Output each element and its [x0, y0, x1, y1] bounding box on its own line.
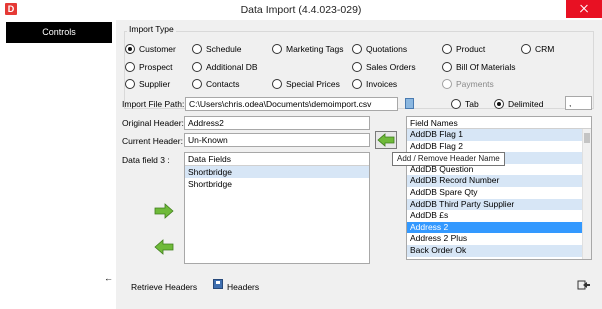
- radio-customer[interactable]: Customer: [125, 43, 176, 55]
- field-name-row[interactable]: Address 2: [407, 221, 591, 234]
- radio-label: Schedule: [206, 44, 242, 54]
- radio-label: Payments: [456, 79, 494, 89]
- import-type-label: Import Type: [127, 24, 176, 34]
- radio-crm[interactable]: CRM: [521, 43, 554, 55]
- radio-additional-db[interactable]: Additional DB: [192, 61, 258, 73]
- radio-quotations[interactable]: Quotations: [352, 43, 407, 55]
- field-name-row[interactable]: AddDB Third Party Supplier: [407, 198, 591, 211]
- retrieve-headers-button[interactable]: Retrieve Headers: [131, 282, 197, 292]
- field-name-row[interactable]: AddDB Record Number: [407, 175, 591, 187]
- radio-label: Invoices: [366, 79, 398, 89]
- radio-label: Sales Orders: [366, 62, 416, 72]
- radio-dot: [352, 44, 362, 54]
- radio-product[interactable]: Product: [442, 43, 485, 55]
- radio-special-prices[interactable]: Special Prices: [272, 78, 340, 90]
- radio-dot: [352, 62, 362, 72]
- radio-label: Bill Of Materials: [456, 62, 516, 72]
- data-field-label: Data field 3 :: [122, 155, 170, 165]
- field-name-row[interactable]: Back Order Ok: [407, 244, 591, 257]
- delimited-radio[interactable]: Delimited: [494, 98, 543, 110]
- field-name-row[interactable]: AddDB Spare Qty: [407, 187, 591, 199]
- save-icon[interactable]: [213, 279, 223, 289]
- current-header-input[interactable]: Un-Known: [184, 133, 370, 147]
- tab-radio-label: Tab: [465, 99, 479, 109]
- radio-dot: [442, 62, 452, 72]
- main-panel: Import Type Customer Schedule Marketing Ta…: [116, 20, 602, 309]
- arrow-left-icon: [377, 133, 395, 147]
- tab-radio[interactable]: Tab: [451, 98, 479, 110]
- tooltip: Add / Remove Header Name: [392, 152, 505, 166]
- file-path-input[interactable]: C:\Users\chris.odea\Documents\demoimport…: [185, 97, 398, 111]
- radio-bill-of-materials[interactable]: Bill Of Materials: [442, 61, 516, 73]
- delimiter-input[interactable]: ,: [565, 96, 592, 110]
- field-name-row[interactable]: AddDB Flag 2: [407, 141, 591, 153]
- radio-schedule[interactable]: Schedule: [192, 43, 241, 55]
- add-remove-header-button[interactable]: [375, 131, 397, 149]
- file-path-label: Import File Path:: [122, 99, 185, 109]
- radio-sales-orders[interactable]: Sales Orders: [352, 61, 416, 73]
- radio-label: Prospect: [139, 62, 173, 72]
- radio-supplier[interactable]: Supplier: [125, 78, 170, 90]
- field-name-row[interactable]: AddDB Flag 1: [407, 129, 591, 141]
- field-names-rows: AddDB Flag 1AddDB Flag 2AddDB NumberAddD…: [407, 129, 591, 257]
- field-names-scrollbar[interactable]: [582, 129, 591, 259]
- move-right-button[interactable]: [153, 203, 175, 221]
- radio-dot: [125, 79, 135, 89]
- radio-dot: [272, 44, 282, 54]
- radio-label: Quotations: [366, 44, 408, 54]
- title-bar: D Data Import (4.4.023-029): [0, 0, 602, 20]
- exit-icon[interactable]: [577, 280, 591, 290]
- radio-label: Marketing Tags: [286, 44, 344, 54]
- delimited-radio-dot: [494, 99, 504, 109]
- radio-dot: [442, 79, 452, 89]
- radio-dot: [442, 44, 452, 54]
- controls-button[interactable]: Controls: [6, 22, 112, 43]
- radio-dot: [272, 79, 282, 89]
- close-button[interactable]: [566, 0, 602, 18]
- data-fields-list[interactable]: Data Fields Shortbridge Shortbridge: [184, 152, 370, 264]
- radio-label: Supplier: [139, 79, 171, 89]
- radio-contacts[interactable]: Contacts: [192, 78, 240, 90]
- radio-dot: [192, 62, 202, 72]
- radio-dot: [125, 62, 135, 72]
- radio-label: Contacts: [206, 79, 240, 89]
- radio-label: Product: [456, 44, 486, 54]
- window-title: Data Import (4.4.023-029): [240, 4, 362, 16]
- back-arrow-icon[interactable]: ←: [104, 273, 113, 283]
- arrow-left-icon: [154, 239, 174, 255]
- radio-dot: [125, 44, 135, 54]
- radio-marketing-tags[interactable]: Marketing Tags: [272, 43, 343, 55]
- radio-dot: [192, 44, 202, 54]
- field-name-row[interactable]: AddDB £s: [407, 210, 591, 222]
- tab-radio-dot: [451, 99, 461, 109]
- radio-label: Special Prices: [286, 79, 340, 89]
- radio-dot: [352, 79, 362, 89]
- radio-prospect[interactable]: Prospect: [125, 61, 173, 73]
- scrollbar-thumb[interactable]: [584, 133, 590, 143]
- radio-dot: [192, 79, 202, 89]
- radio-label: Additional DB: [206, 62, 258, 72]
- delimited-radio-label: Delimited: [508, 99, 544, 109]
- field-names-header: Field Names: [407, 117, 591, 129]
- radio-payments: Payments: [442, 78, 494, 90]
- radio-dot: [521, 44, 531, 54]
- headers-button[interactable]: Headers: [227, 282, 259, 292]
- radio-label: Customer: [139, 44, 176, 54]
- radio-invoices[interactable]: Invoices: [352, 78, 397, 90]
- original-header-input[interactable]: Address2: [184, 116, 370, 130]
- radio-label: CRM: [535, 44, 555, 54]
- field-name-row[interactable]: Address 2 Plus: [407, 233, 591, 245]
- original-header-label: Original Header:: [122, 118, 184, 128]
- data-field-row[interactable]: Shortbridge: [185, 166, 369, 178]
- field-names-list[interactable]: Field Names AddDB Flag 1 AddDB Flag 2 AddD…: [406, 116, 592, 260]
- current-header-label: Current Header:: [122, 136, 183, 146]
- browse-file-icon[interactable]: [405, 98, 414, 109]
- arrow-right-icon: [154, 203, 174, 219]
- left-panel: Controls ←: [0, 20, 116, 309]
- data-fields-header: Data Fields: [185, 153, 369, 166]
- move-left-button[interactable]: [153, 239, 175, 257]
- data-field-row[interactable]: Shortbridge: [185, 178, 369, 190]
